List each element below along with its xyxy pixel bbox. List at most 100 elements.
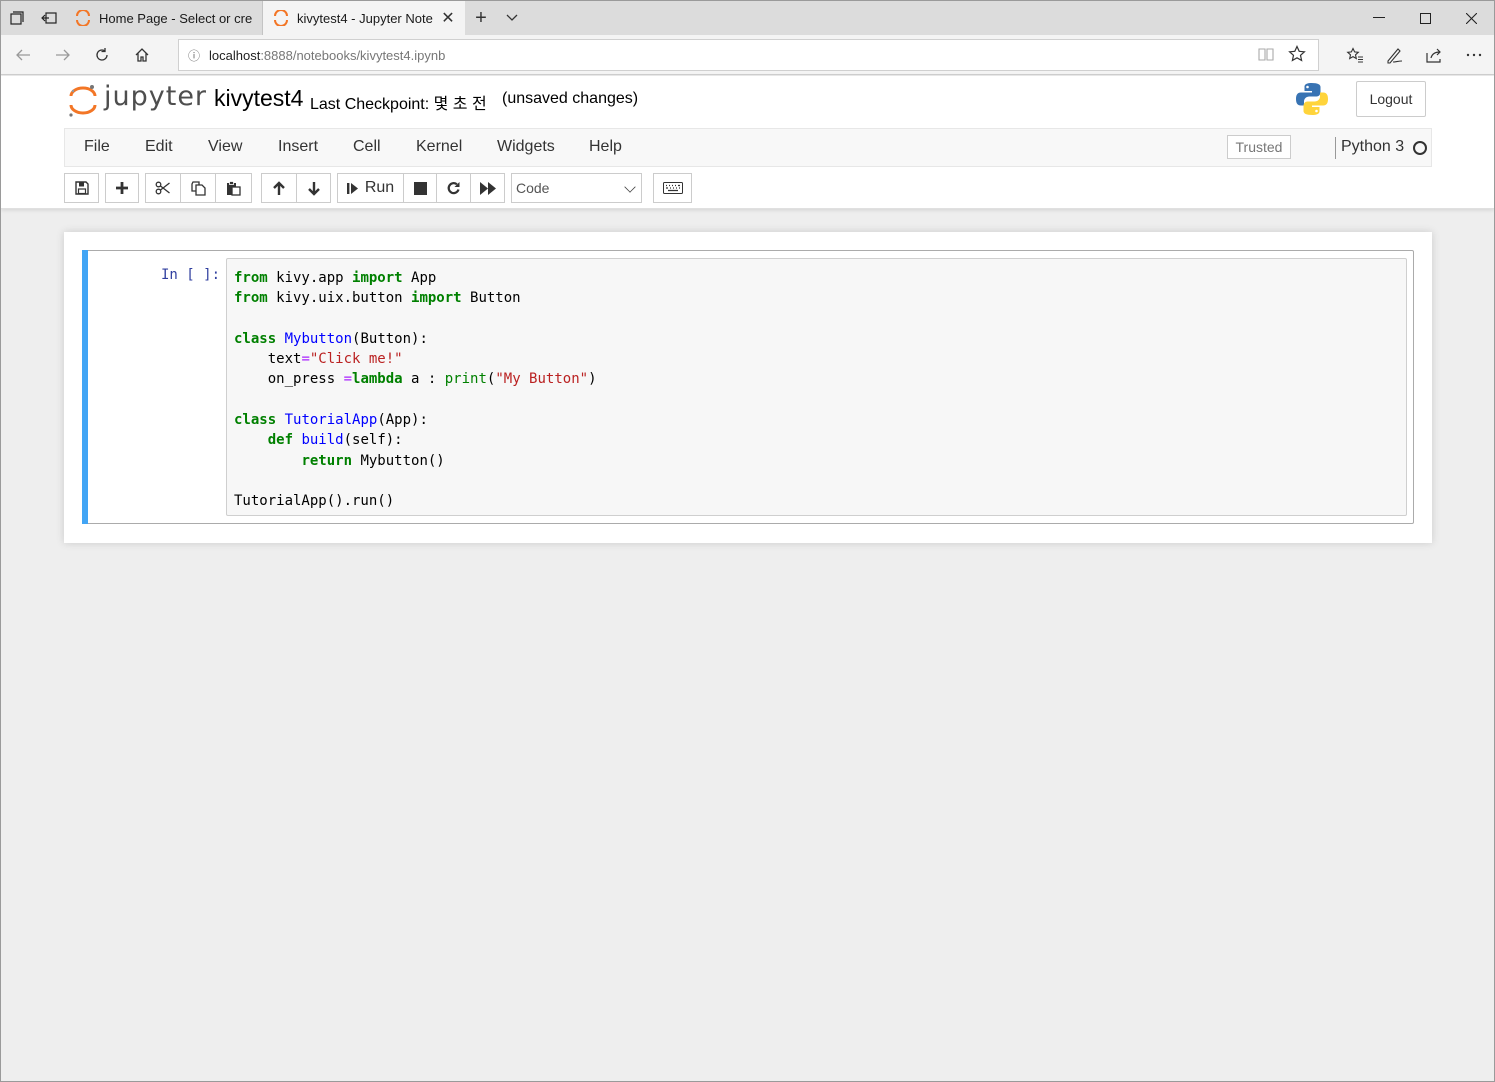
close-tab-icon[interactable]: ✕: [441, 8, 455, 28]
code-token: print: [444, 371, 487, 388]
close-window-icon[interactable]: [1448, 1, 1494, 35]
fast-forward-icon: [479, 181, 496, 195]
code-line: TutorialApp().run(): [234, 493, 395, 510]
menu-widgets[interactable]: Widgets: [497, 138, 555, 156]
minimize-icon[interactable]: [1356, 1, 1402, 35]
jupyter-favicon-icon: [76, 10, 90, 26]
move-cell-down-button[interactable]: [296, 173, 331, 203]
code-cell[interactable]: In [ ]: from kivy.app import App from ki…: [82, 250, 1414, 524]
python-logo-icon: [1295, 82, 1329, 116]
code-line: def build(self):: [267, 432, 403, 449]
kernel-name: Python 3: [1341, 138, 1405, 155]
url-host: localhost: [209, 47, 261, 63]
window-controls: [1356, 1, 1494, 35]
paste-icon: [227, 180, 241, 196]
cut-cell-button[interactable]: [145, 173, 181, 203]
code-text[interactable]: from kivy.app import App from kivy.uix.b…: [234, 268, 597, 512]
set-tabs-aside-icon[interactable]: [33, 1, 65, 35]
favorite-star-icon[interactable]: [1288, 45, 1306, 68]
tab-kivytest4[interactable]: kivytest4 - Jupyter Note ✕: [263, 1, 465, 35]
plus-icon: [116, 182, 128, 194]
run-button[interactable]: Run: [337, 173, 404, 203]
code-line: class Mybutton(Button):: [234, 330, 428, 347]
code-line: class TutorialApp(App):: [234, 412, 428, 429]
forward-icon[interactable]: [51, 43, 75, 67]
reading-view-icon[interactable]: [1258, 47, 1274, 64]
code-line: from kivy.app import App: [234, 270, 437, 286]
menu-cell[interactable]: Cell: [353, 138, 381, 156]
url-path: :8888/notebooks/kivytest4.ipynb: [260, 47, 446, 63]
save-button[interactable]: [64, 173, 99, 203]
cell-type-select[interactable]: Code: [511, 173, 642, 203]
code-token: =: [301, 351, 310, 368]
code-token: class: [234, 412, 277, 429]
tab-strip: Home Page - Select or creat kivytest4 - …: [1, 1, 1494, 35]
menubar: File Edit View Insert Cell Kernel Widget…: [64, 128, 1432, 167]
code-editor[interactable]: from kivy.app import App from kivy.uix.b…: [226, 258, 1407, 516]
site-info-icon[interactable]: ⓘ: [179, 47, 209, 64]
code-token: import: [352, 270, 403, 286]
browser-window: Home Page - Select or creat kivytest4 - …: [0, 0, 1495, 1082]
home-icon[interactable]: [130, 43, 154, 67]
code-line: on_press =lambda a : print("My Button"): [234, 371, 597, 388]
insert-cell-button[interactable]: [105, 173, 139, 203]
code-line: from kivy.uix.button import Button: [234, 290, 521, 307]
input-prompt: In [ ]:: [161, 267, 221, 283]
new-tab-icon[interactable]: +: [465, 1, 497, 35]
tab-title: kivytest4 - Jupyter Note: [297, 10, 433, 26]
menu-view[interactable]: View: [208, 138, 242, 156]
chevron-down-icon: [624, 181, 636, 193]
menu-file[interactable]: File: [84, 138, 110, 156]
tab-title: Home Page - Select or creat: [99, 10, 252, 26]
move-cell-up-button[interactable]: [261, 173, 297, 203]
tab-actions-icon[interactable]: [1, 1, 33, 35]
logout-button[interactable]: Logout: [1356, 81, 1426, 117]
restart-kernel-button[interactable]: [436, 173, 471, 203]
stop-icon: [413, 181, 427, 195]
autosave-status: (unsaved changes): [502, 90, 639, 107]
code-token: lambda: [352, 371, 403, 388]
address-bar[interactable]: ⓘ localhost:8888/notebooks/kivytest4.ipy…: [178, 39, 1319, 71]
code-token: return: [301, 452, 353, 469]
code-token: class: [234, 330, 277, 347]
copy-icon: [190, 180, 206, 196]
code-token: build: [301, 432, 344, 449]
tab-home-page[interactable]: Home Page - Select or creat: [65, 1, 263, 35]
checkpoint-status: Last Checkpoint: 몇 초 전: [310, 96, 487, 113]
scissors-icon: [155, 181, 170, 195]
code-token: "Click me!": [309, 351, 403, 368]
refresh-icon[interactable]: [90, 43, 114, 67]
paste-cell-button[interactable]: [215, 173, 252, 203]
step-forward-icon: [346, 182, 358, 194]
jupyter-favicon-icon: [274, 10, 288, 26]
interrupt-kernel-button[interactable]: [403, 173, 437, 203]
share-icon[interactable]: [1422, 43, 1446, 67]
command-palette-button[interactable]: [653, 173, 692, 203]
kernel-idle-indicator-icon: [1413, 141, 1427, 155]
menu-kernel[interactable]: Kernel: [416, 138, 462, 156]
favorites-hub-icon[interactable]: [1343, 43, 1367, 67]
code-token: def: [267, 432, 294, 449]
navigation-bar: ⓘ localhost:8888/notebooks/kivytest4.ipy…: [1, 35, 1494, 75]
more-icon[interactable]: [1462, 43, 1486, 67]
code-line: text="Click me!": [234, 351, 403, 368]
menu-edit[interactable]: Edit: [145, 138, 173, 156]
notebook-container: In [ ]: from kivy.app import App from ki…: [64, 232, 1432, 543]
copy-cell-button[interactable]: [180, 173, 216, 203]
code-token: from: [234, 290, 268, 307]
maximize-icon[interactable]: [1402, 1, 1448, 35]
restart-run-all-button[interactable]: [470, 173, 505, 203]
code-token: Mybutton: [284, 330, 353, 347]
menu-insert[interactable]: Insert: [278, 138, 318, 156]
pen-notes-icon[interactable]: [1382, 43, 1406, 67]
kernel-divider: [1335, 137, 1336, 159]
code-line: return Mybutton(): [301, 452, 445, 469]
jupyter-logo[interactable]: jupyter: [67, 81, 206, 119]
notebook-name[interactable]: kivytest4: [214, 85, 303, 112]
menu-help[interactable]: Help: [589, 138, 622, 156]
back-icon[interactable]: [11, 43, 35, 67]
cell-type-value: Code: [516, 180, 550, 196]
chevron-down-icon[interactable]: [497, 1, 527, 35]
trusted-indicator[interactable]: Trusted: [1227, 135, 1291, 159]
restart-icon: [447, 181, 460, 194]
